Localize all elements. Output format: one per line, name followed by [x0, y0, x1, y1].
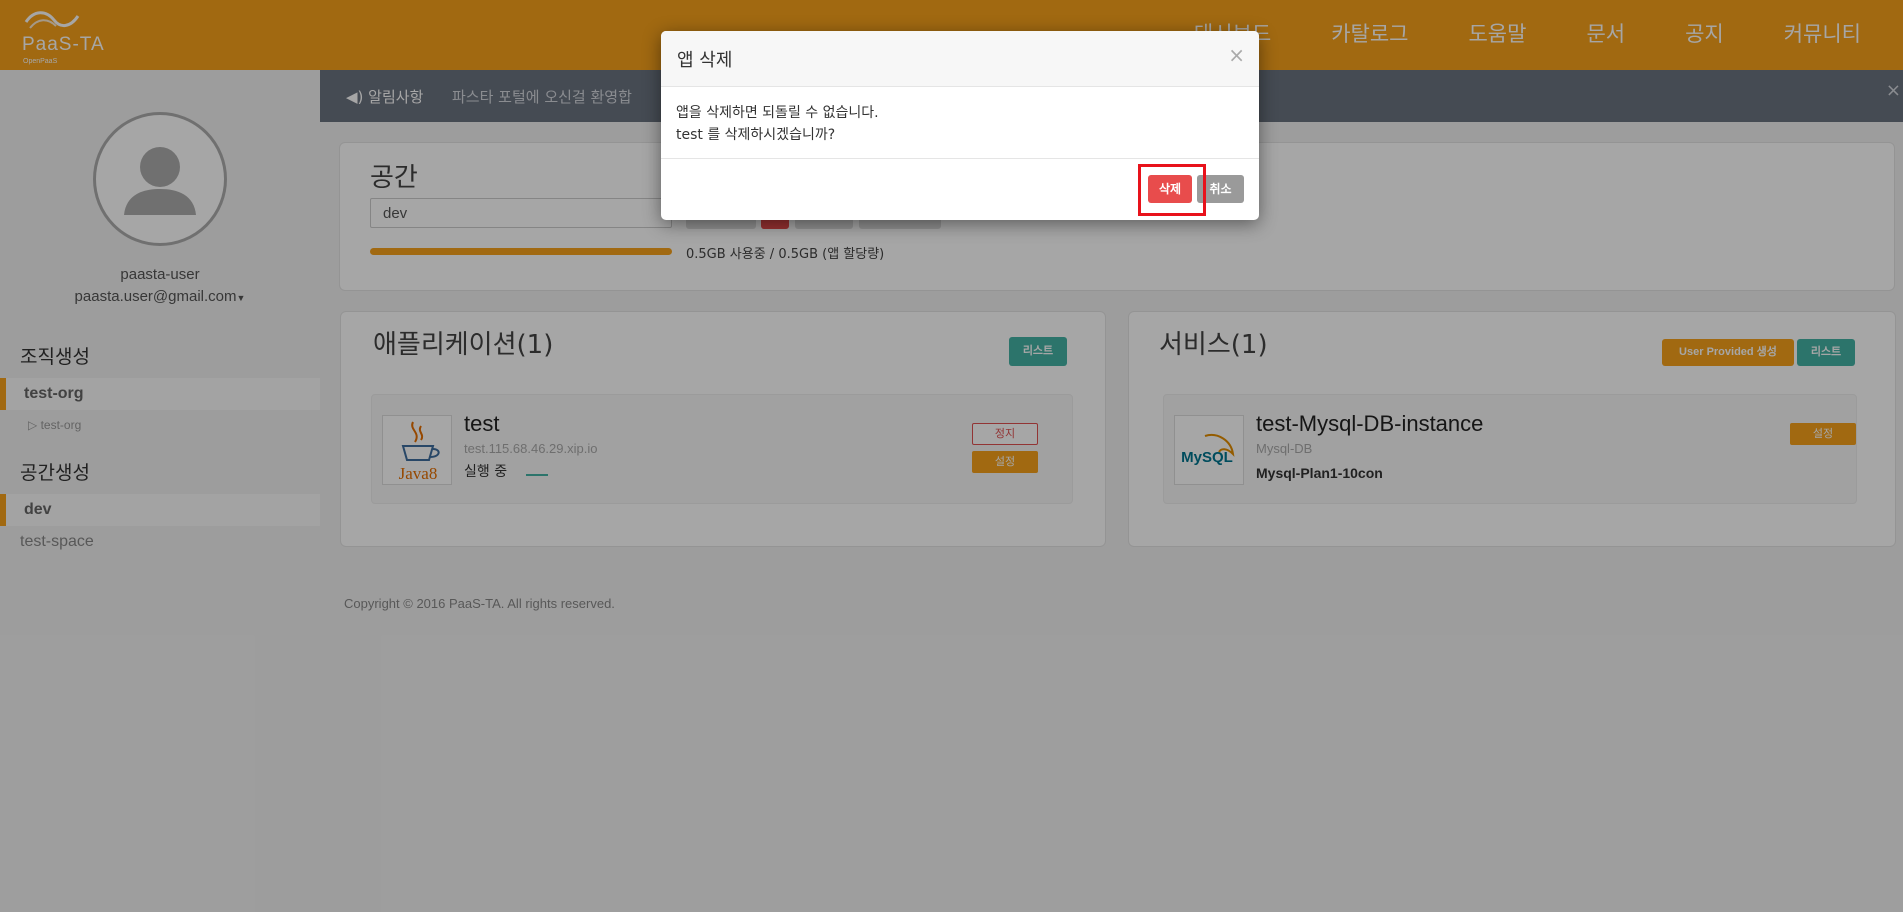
modal-title: 앱 삭제 — [677, 50, 733, 71]
delete-button-highlight — [1138, 164, 1206, 216]
close-icon[interactable]: × — [1228, 43, 1245, 67]
modal-warning-text: 앱을 삭제하면 되돌릴 수 없습니다. — [676, 105, 879, 121]
modal-confirm-text: test 를 삭제하시겠습니까? — [676, 127, 836, 143]
modal-header: 앱 삭제 × — [661, 31, 1259, 87]
